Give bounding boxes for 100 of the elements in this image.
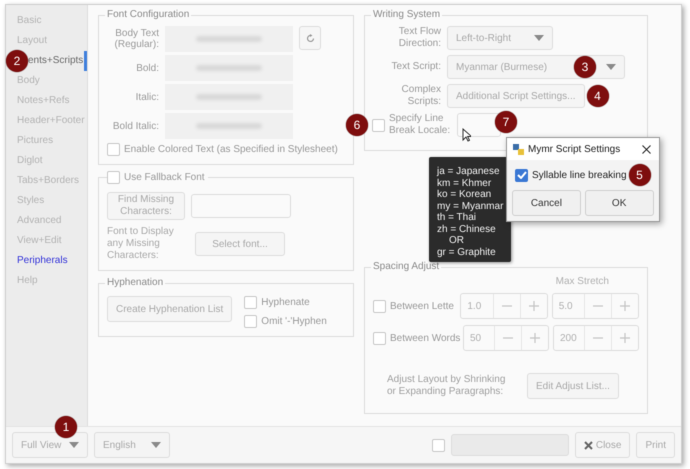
sidebar-item[interactable]: ents+Scripts bbox=[28, 51, 87, 71]
dropdown-value: English bbox=[103, 440, 137, 450]
checkbox-label: Enable Colored Text (as Specified in Stylesheet) bbox=[124, 144, 338, 155]
font-field[interactable] bbox=[165, 55, 293, 81]
tooltip-line: ko = Korean bbox=[437, 189, 492, 200]
checkbox[interactable] bbox=[107, 171, 120, 184]
reset-icon bbox=[306, 34, 314, 42]
view-dropdown[interactable]: Full View bbox=[12, 432, 88, 458]
caret-icon bbox=[69, 442, 79, 448]
select-font-button[interactable]: Select font... bbox=[195, 232, 285, 256]
mouse-pointer-icon bbox=[462, 128, 471, 142]
sidebar-item[interactable]: Header+Footer bbox=[6, 111, 87, 131]
dropdown-value: Left-to-Right bbox=[456, 32, 512, 44]
reset-button[interactable] bbox=[299, 26, 321, 50]
plus-icon bbox=[620, 333, 630, 343]
sidebar-item[interactable]: Layout bbox=[6, 31, 87, 51]
checkbox-label: Specify Line Break Locale: bbox=[389, 113, 451, 137]
checkbox[interactable] bbox=[107, 143, 120, 156]
checkbox-label: Hyphenate bbox=[261, 297, 310, 308]
spin-value: 50 bbox=[469, 332, 482, 346]
checkbox[interactable] bbox=[372, 118, 385, 132]
tooltip-line: ja = Japanese bbox=[437, 166, 501, 178]
field-label: Font to Display any Missing Characters: bbox=[107, 226, 175, 262]
tooltip-line: zh = Chinese bbox=[437, 224, 497, 235]
find-missing-button[interactable]: Find Missing Characters: bbox=[107, 192, 185, 220]
spin-value: 5.0 bbox=[558, 300, 574, 314]
checkbox-label: Omit '-'Hyphen bbox=[261, 316, 327, 327]
callout-badge: 5 bbox=[628, 164, 651, 186]
sidebar-item[interactable]: Body bbox=[6, 71, 87, 91]
script-dropdown[interactable]: Myanmar (Burmese) 3 bbox=[447, 55, 625, 79]
sidebar-item[interactable]: Peripherals bbox=[6, 251, 87, 271]
checkbox-label: Between Lette bbox=[390, 300, 454, 312]
check-icon bbox=[516, 171, 526, 179]
checkbox[interactable] bbox=[244, 315, 258, 328]
spin-box[interactable]: 200 bbox=[553, 325, 639, 351]
caret-icon bbox=[606, 64, 616, 70]
dialog-button[interactable]: Cancel bbox=[512, 190, 581, 216]
tooltip-line: my = Myanmar bbox=[437, 200, 504, 212]
caret-icon bbox=[534, 35, 544, 41]
sidebar-item[interactable]: Diglot bbox=[6, 151, 87, 171]
sidebar-item[interactable]: Advanced bbox=[6, 211, 87, 231]
input-field[interactable] bbox=[191, 194, 291, 218]
field-label: Italic: bbox=[134, 92, 159, 102]
plus-icon bbox=[530, 333, 540, 343]
edit-adjust-button[interactable]: Edit Adjust List... bbox=[527, 373, 619, 399]
tooltip-line: gr = Graphite bbox=[437, 246, 497, 258]
column-header: Max Stretch bbox=[556, 276, 609, 287]
font-field[interactable] bbox=[165, 26, 293, 52]
dropdown-value: Full View bbox=[21, 440, 62, 450]
input-field[interactable] bbox=[450, 434, 569, 456]
tooltip-line: km = Khmer bbox=[437, 178, 492, 189]
font-field[interactable] bbox=[165, 84, 293, 110]
field-label: Adjust Layout by Shrinking or Expanding Paragraphs: bbox=[387, 374, 506, 398]
checkbox[interactable] bbox=[373, 300, 386, 312]
tooltip-line: OR bbox=[448, 235, 465, 246]
callout-badge: 6 bbox=[346, 114, 368, 136]
checkbox-label: Between Words bbox=[390, 332, 460, 344]
sidebar-item[interactable]: View+Edit bbox=[6, 231, 87, 251]
sidebar-item[interactable]: Help bbox=[6, 271, 87, 291]
direction-dropdown[interactable]: Left-to-Right bbox=[447, 26, 553, 50]
plus-icon bbox=[528, 301, 539, 311]
checkbox[interactable] bbox=[432, 438, 445, 452]
sidebar-item[interactable]: Notes+Refs bbox=[6, 91, 87, 111]
spin-box[interactable]: 5.0 bbox=[552, 293, 639, 319]
plus-icon bbox=[620, 301, 630, 311]
tooltip-line: th = Thai bbox=[437, 212, 478, 224]
print-button[interactable]: Print bbox=[636, 432, 675, 458]
callout-badge: 2 bbox=[6, 50, 28, 72]
checkbox[interactable] bbox=[515, 168, 528, 182]
sidebar-item[interactable]: Pictures bbox=[6, 131, 87, 151]
checkbox[interactable] bbox=[244, 296, 258, 309]
dropdown-value: Myanmar (Burmese) bbox=[456, 62, 548, 72]
sidebar-item[interactable]: Basic bbox=[6, 11, 87, 31]
sidebar-item[interactable]: Tabs+Borders bbox=[6, 171, 87, 191]
sidebar-item[interactable]: Styles bbox=[6, 191, 87, 211]
dialog-title: Mymr Script Settings bbox=[528, 144, 620, 154]
script-settings-button[interactable]: Additional Script Settings... bbox=[447, 84, 585, 108]
font-field[interactable] bbox=[165, 113, 293, 139]
field-label: Bold Italic: bbox=[112, 120, 159, 132]
create-hyphenation-button[interactable]: Create Hyphenation List bbox=[107, 296, 232, 322]
language-dropdown[interactable]: English bbox=[94, 432, 170, 458]
field-label: Complex Scripts: bbox=[400, 84, 441, 108]
field-label: Body Text (Regular): bbox=[114, 28, 159, 50]
callout-badge: 3 bbox=[574, 56, 596, 78]
checkbox[interactable] bbox=[373, 332, 386, 344]
dialog-button[interactable]: OK bbox=[584, 190, 654, 216]
caret-icon bbox=[151, 442, 161, 448]
app-icon bbox=[513, 144, 524, 154]
group-title: Writing System bbox=[371, 9, 442, 20]
field-label: Text Flow Direction: bbox=[398, 26, 441, 50]
checkbox-label: Syllable line breaking bbox=[532, 170, 627, 180]
callout-badge: 7 bbox=[495, 111, 517, 133]
close-button[interactable]: Close bbox=[574, 432, 630, 458]
spin-box[interactable]: 50 bbox=[463, 325, 549, 351]
field-label: Text Script: bbox=[390, 61, 441, 73]
group-title: Font Configuration bbox=[105, 9, 192, 20]
group-title: Spacing Adjust bbox=[371, 261, 442, 272]
group-title: Hyphenation bbox=[105, 277, 166, 288]
spin-box[interactable]: 1.0 bbox=[460, 293, 548, 319]
callout-badge: 4 bbox=[586, 85, 609, 107]
